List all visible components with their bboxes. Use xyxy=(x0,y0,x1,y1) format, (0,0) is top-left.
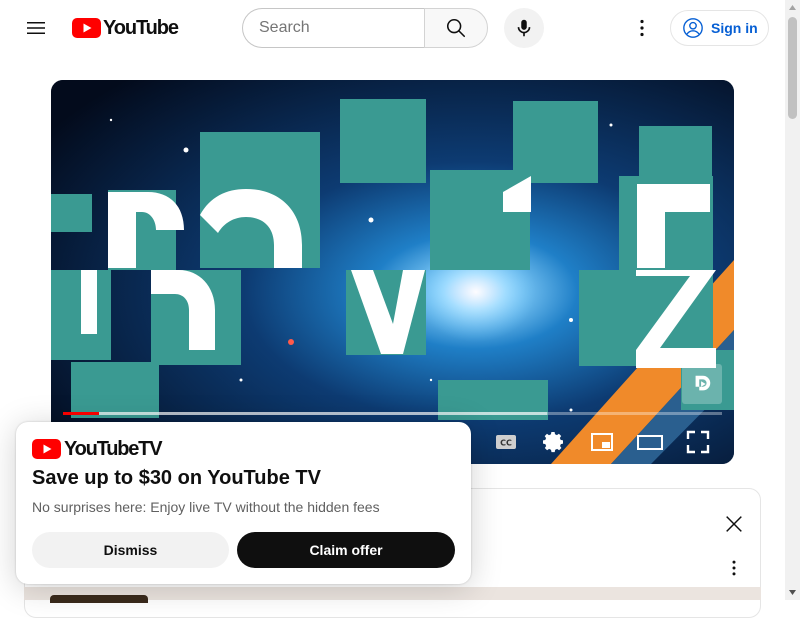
promo-subtitle: No surprises here: Enjoy live TV without… xyxy=(32,499,380,515)
masthead: YouTube Sign in xyxy=(0,0,785,56)
channel-logo-icon xyxy=(695,375,711,391)
search-icon xyxy=(446,18,466,38)
youtube-play-icon xyxy=(32,439,61,459)
card-more-button[interactable] xyxy=(718,552,750,584)
promo-logo-text: YouTubeTV xyxy=(64,437,163,460)
progress-played xyxy=(63,412,100,415)
svg-text:CC: CC xyxy=(500,439,512,448)
youtube-logo[interactable]: YouTube xyxy=(72,16,179,39)
more-vertical-icon xyxy=(640,19,644,37)
miniplayer-icon xyxy=(591,433,613,451)
theater-mode-button[interactable] xyxy=(632,424,668,460)
settings-button[interactable] xyxy=(536,424,572,460)
logo-text: YouTube xyxy=(103,16,179,39)
progress-loaded xyxy=(63,412,548,415)
subtitles-button[interactable]: CC xyxy=(488,424,524,460)
channel-watermark[interactable] xyxy=(682,364,722,404)
fullscreen-icon xyxy=(686,430,710,454)
close-card-button[interactable] xyxy=(714,504,754,544)
video-frame xyxy=(51,80,734,464)
theater-mode-icon xyxy=(637,435,663,450)
scroll-down-arrow-icon xyxy=(789,590,796,595)
youtube-tv-logo: YouTubeTV xyxy=(32,437,163,461)
miniplayer-button[interactable] xyxy=(584,424,620,460)
hamburger-menu-icon xyxy=(27,22,45,34)
account-circle-icon xyxy=(683,18,703,38)
dismiss-button[interactable]: Dismiss xyxy=(32,532,229,568)
scroll-down-button[interactable] xyxy=(785,585,800,600)
settings-gear-icon xyxy=(543,432,563,453)
search-button[interactable] xyxy=(424,8,488,48)
scroll-thumb[interactable] xyxy=(788,17,797,119)
video-player[interactable]: CC xyxy=(51,80,734,464)
card-thumbnail[interactable] xyxy=(50,595,148,603)
page-scrollbar[interactable] xyxy=(785,0,800,600)
fullscreen-button[interactable] xyxy=(680,424,716,460)
progress-bar[interactable] xyxy=(63,412,722,415)
guide-menu-button[interactable] xyxy=(16,8,56,48)
sign-in-button[interactable]: Sign in xyxy=(670,10,769,46)
subtitles-icon: CC xyxy=(496,435,516,449)
search-input[interactable] xyxy=(259,19,425,37)
sign-in-label: Sign in xyxy=(711,20,758,36)
youtube-play-icon xyxy=(72,18,101,38)
youtube-tv-promo-dialog: YouTubeTV Save up to $30 on YouTube TV N… xyxy=(16,422,471,584)
more-vertical-icon xyxy=(732,560,736,576)
voice-search-button[interactable] xyxy=(504,8,544,48)
close-icon xyxy=(726,516,742,532)
claim-offer-button[interactable]: Claim offer xyxy=(237,532,455,568)
settings-more-button[interactable] xyxy=(622,8,662,48)
scroll-up-arrow-icon xyxy=(789,5,796,10)
microphone-icon xyxy=(517,19,531,37)
promo-title: Save up to $30 on YouTube TV xyxy=(32,467,321,489)
scroll-up-button[interactable] xyxy=(785,0,800,15)
search-box[interactable] xyxy=(242,8,425,48)
